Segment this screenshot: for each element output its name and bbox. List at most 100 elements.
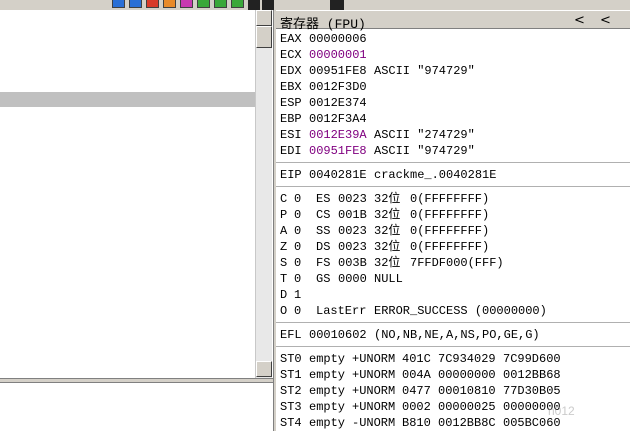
register-name: EDX xyxy=(280,64,302,78)
toolbar-dark-icon xyxy=(330,0,344,10)
nav-right-arrow-icon[interactable]: < xyxy=(600,13,611,28)
fpu-name: ST3 xyxy=(280,400,302,414)
segment-base-limit: 0(FFFFFFFF) xyxy=(410,224,490,238)
lasterr-value: ERROR_SUCCESS (00000000) xyxy=(374,304,547,318)
flag-name: O xyxy=(280,304,288,318)
fpu-sign: -UNORM xyxy=(352,416,396,430)
fpu-name: ST4 xyxy=(280,416,302,430)
segment-selector: 0023 xyxy=(338,224,367,238)
flag-bit: 0 xyxy=(294,256,302,270)
toolbar-green-icon[interactable] xyxy=(231,0,244,8)
register-value: 00000006 xyxy=(309,32,367,46)
segment-bits: 32位 xyxy=(374,240,401,254)
disassembly-pane[interactable] xyxy=(0,10,273,431)
toolbar-magenta-icon[interactable] xyxy=(180,0,193,8)
fpu-exponent: B810 xyxy=(402,416,431,430)
toolbar-dark-icon xyxy=(248,0,260,10)
disassembly-view[interactable] xyxy=(0,10,255,378)
fpu-state: empty xyxy=(309,384,346,398)
scroll-thumb[interactable] xyxy=(256,26,272,48)
toolbar-orange-icon[interactable] xyxy=(163,0,176,8)
flag-bit: 0 xyxy=(294,208,302,222)
flag-name: D xyxy=(280,288,288,302)
flag-bit: 0 xyxy=(294,224,302,238)
toolbar-blue-icon[interactable] xyxy=(129,0,142,8)
nav-left-arrow-icon[interactable]: < xyxy=(574,13,585,28)
flag-name: S xyxy=(280,256,288,270)
segment-name: GS xyxy=(316,272,331,286)
fpu-sign: +UNORM xyxy=(352,352,396,366)
register-comment: ASCII "974729" xyxy=(374,144,475,158)
toolbar-green-icon[interactable] xyxy=(214,0,227,8)
fpu-exponent: 0477 xyxy=(402,384,431,398)
fpu-mantissa-high: 00010810 xyxy=(438,384,496,398)
register-value: 00000001 xyxy=(309,48,367,62)
fpu-mantissa-low: 77D30B05 xyxy=(503,384,561,398)
toolbar-green-icon[interactable] xyxy=(197,0,210,8)
registers-pane[interactable]: 寄存器 (FPU) < < EAX 00000006 ECX 00000001 EDX 0… xyxy=(276,10,630,431)
fpu-name: ST1 xyxy=(280,368,302,382)
registers-header[interactable]: 寄存器 (FPU) < < xyxy=(276,10,630,32)
lasterr-label: LastErr xyxy=(316,304,367,318)
fpu-state: empty xyxy=(309,416,346,430)
toolbar-blue-icon[interactable] xyxy=(112,0,125,8)
segment-bits: 32位 xyxy=(374,224,401,238)
segment-bits: NULL xyxy=(374,272,403,286)
register-comment: ASCII "274729" xyxy=(374,128,475,142)
section-separator xyxy=(276,346,630,347)
fpu-mantissa-high: 00000025 xyxy=(438,400,496,414)
info-pane[interactable] xyxy=(0,383,273,431)
segment-selector: 0023 xyxy=(338,240,367,254)
segment-name: ES xyxy=(316,192,331,206)
fpu-name: ST2 xyxy=(280,384,302,398)
segment-bits: 32位 xyxy=(374,192,401,206)
toolbar-dark-icon xyxy=(262,0,274,10)
fpu-exponent: 004A xyxy=(402,368,431,382)
register-value: 0012E39A xyxy=(309,128,367,142)
fpu-mantissa-high: 7C934029 xyxy=(438,352,496,366)
segment-base-limit: 0(FFFFFFFF) xyxy=(410,192,490,206)
segment-selector: 0000 xyxy=(338,272,367,286)
register-name: EAX xyxy=(280,32,302,46)
register-name: EIP xyxy=(280,168,302,182)
fpu-sign: +UNORM xyxy=(352,368,396,382)
flag-name: T xyxy=(280,272,288,286)
scroll-up-button[interactable] xyxy=(256,10,272,26)
flag-name: Z xyxy=(280,240,288,254)
section-separator xyxy=(276,322,630,323)
segment-name: CS xyxy=(316,208,331,222)
fpu-state: empty xyxy=(309,368,346,382)
scroll-down-button[interactable] xyxy=(256,361,272,377)
register-value: 00951FE8 xyxy=(309,64,367,78)
section-separator xyxy=(276,162,630,163)
flag-name: A xyxy=(280,224,288,238)
segment-selector: 003B xyxy=(338,256,367,270)
flags-summary: (NO,NB,NE,A,NS,PO,GE,G) xyxy=(374,328,540,342)
flag-bit: 1 xyxy=(294,288,302,302)
flag-bit: 0 xyxy=(294,192,302,206)
register-value: 00951FE8 xyxy=(309,144,367,158)
disassembly-scrollbar[interactable] xyxy=(255,10,272,378)
segment-name: SS xyxy=(316,224,331,238)
fpu-exponent: 401C xyxy=(402,352,431,366)
flag-bit: 0 xyxy=(294,272,302,286)
register-name: ESI xyxy=(280,128,302,142)
fpu-mantissa-high: 00000000 xyxy=(438,368,496,382)
fpu-sign: +UNORM xyxy=(352,384,396,398)
toolbar xyxy=(0,0,630,10)
fpu-name: ST0 xyxy=(280,352,302,366)
watermark: n012 xyxy=(548,404,575,418)
register-comment: crackme_.0040281E xyxy=(374,168,497,182)
toolbar-red-icon[interactable] xyxy=(146,0,159,8)
segment-base-limit: 7FFDF000(FFF) xyxy=(410,256,504,270)
flag-name: P xyxy=(280,208,288,222)
registers-title: 寄存器 (FPU) xyxy=(280,17,366,32)
segment-name: FS xyxy=(316,256,331,270)
register-value: 0012E374 xyxy=(309,96,367,110)
selected-row[interactable] xyxy=(0,92,255,107)
register-name: EDI xyxy=(280,144,302,158)
fpu-state: empty xyxy=(309,352,346,366)
register-name: EBX xyxy=(280,80,302,94)
flag-bit: 0 xyxy=(294,304,302,318)
fpu-sign: +UNORM xyxy=(352,400,396,414)
